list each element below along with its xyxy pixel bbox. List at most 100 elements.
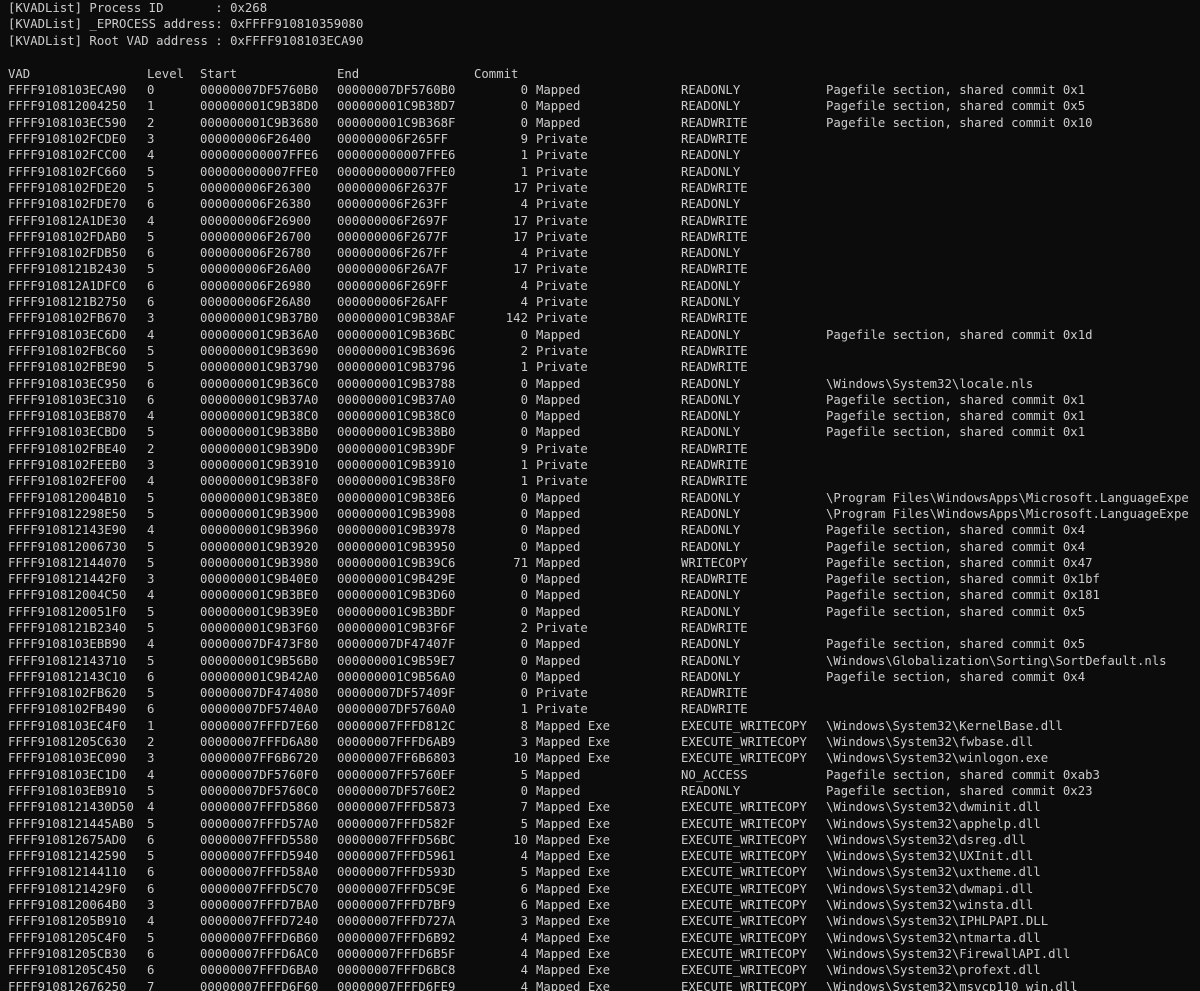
cell-prot: READWRITE	[681, 702, 748, 717]
table-row: FFFF91081205B910 4 00000007FFFD7240 0000000…	[0, 913, 1200, 929]
cell-vad: FFFF910812143C10	[8, 669, 127, 684]
table-row: FFFF91081205C4F0 5 00000007FFFD6B60 0000000…	[0, 930, 1200, 946]
cell-type: Private	[536, 278, 588, 293]
cell-prot: EXECUTE_WRITECOPY	[681, 849, 807, 864]
cell-commit: 10	[513, 751, 528, 766]
cell-prot: READWRITE	[681, 311, 748, 326]
cell-end: 000000001C9B38B0	[337, 425, 456, 440]
cell-vad: FFFF9108121442F0	[8, 572, 127, 587]
table-row: FFFF91081205CB30 6 00000007FFFD6AC0 0000000…	[0, 946, 1200, 962]
cell-prot: READONLY	[681, 246, 741, 261]
cell-desc: \Program Files\WindowsApps\Microsoft.Lan…	[826, 506, 1189, 521]
cell-vad: FFFF9108103EB910	[8, 783, 127, 798]
cell-vad: FFFF9108102FDB50	[8, 246, 127, 261]
cell-start: 00000007DF5740A0	[200, 702, 319, 717]
cell-commit: 1	[520, 164, 528, 179]
cell-level: 4	[147, 409, 155, 424]
cell-prot: READONLY	[681, 604, 741, 619]
cell-commit: 71	[513, 555, 528, 570]
cell-level: 6	[147, 376, 155, 391]
col-header-end: End	[337, 66, 360, 81]
cell-vad: FFFF91081205B910	[8, 914, 127, 929]
cell-commit: 10	[513, 832, 528, 847]
cell-prot: READWRITE	[681, 686, 748, 701]
cell-end: 000000001C9B3696	[337, 343, 456, 358]
cell-desc: Pagefile section, shared commit 0x23	[826, 783, 1093, 798]
cell-prot: READWRITE	[681, 620, 748, 635]
table-row: FFFF910812006730 5 000000001C9B3920 0000000…	[0, 539, 1200, 555]
cell-vad: FFFF9108102FEF00	[8, 474, 127, 489]
cell-desc: \Windows\System32\IPHLPAPI.DLL	[826, 914, 1049, 929]
cell-vad: FFFF9108121430D50	[8, 800, 134, 815]
cell-end: 00000007FFFD727A	[337, 914, 456, 929]
cell-level: 5	[147, 653, 155, 668]
cell-type: Mapped	[536, 604, 581, 619]
cell-level: 5	[147, 604, 155, 619]
cell-level: 5	[147, 849, 155, 864]
cell-end: 00000007DF5760E2	[337, 783, 456, 798]
cell-end: 000000001C9B429E	[337, 572, 456, 587]
cell-desc: Pagefile section, shared commit 0xab3	[826, 767, 1100, 782]
cell-commit: 0	[520, 490, 528, 505]
cell-level: 5	[147, 229, 155, 244]
cell-desc: Pagefile section, shared commit 0x4	[826, 523, 1086, 538]
table-row: FFFF9108121430D50 4 00000007FFFD5860 000000…	[0, 799, 1200, 815]
cell-vad: FFFF9108102FB670	[8, 311, 127, 326]
cell-commit: 0	[520, 506, 528, 521]
cell-desc: \Windows\System32\FirewallAPI.dll	[826, 946, 1071, 961]
cell-end: 000000001C9B3796	[337, 360, 456, 375]
cell-desc: Pagefile section, shared commit 0x5	[826, 637, 1086, 652]
cell-vad: FFFF910812004250	[8, 99, 127, 114]
cell-vad: FFFF91081205C4F0	[8, 930, 127, 945]
col-header-commit: Commit	[474, 66, 519, 81]
cell-vad: FFFF9108102FB620	[8, 686, 127, 701]
cell-commit: 4	[520, 295, 528, 310]
cell-prot: READWRITE	[681, 343, 748, 358]
process-id-line: [KVADList] Process ID : 0x268	[8, 1, 268, 15]
cell-vad: FFFF9108103EC1D0	[8, 767, 127, 782]
cell-type: Mapped	[536, 783, 581, 798]
cell-desc: Pagefile section, shared commit 0x47	[826, 555, 1093, 570]
cell-type: Private	[536, 148, 588, 163]
table-row: FFFF9108102FDE70 6 000000006F26380 00000000…	[0, 196, 1200, 212]
cell-type: Mapped Exe	[536, 832, 611, 847]
cell-end: 00000007FFFD582F	[337, 816, 456, 831]
cell-prot: READONLY	[681, 669, 741, 684]
cell-commit: 0	[520, 392, 528, 407]
table-row: FFFF910812004250 1 000000001C9B38D0 0000000…	[0, 98, 1200, 114]
table-row: FFFF9108121429F0 6 00000007FFFD5C70 0000000…	[0, 881, 1200, 897]
cell-type: Private	[536, 132, 588, 147]
cell-desc: Pagefile section, shared commit 0x5	[826, 604, 1086, 619]
cell-desc: Pagefile section, shared commit 0x1	[826, 392, 1086, 407]
cell-end: 00000007FFFD812C	[337, 718, 456, 733]
cell-prot: READWRITE	[681, 213, 748, 228]
cell-commit: 9	[520, 441, 528, 456]
cell-commit: 0	[520, 604, 528, 619]
cell-desc: \Windows\System32\profext.dll	[826, 963, 1041, 978]
cell-start: 000000006F26400	[200, 132, 312, 147]
cell-type: Private	[536, 197, 588, 212]
console-window[interactable]: [KVADList] Process ID : 0x268 [KVADList]…	[0, 0, 1200, 991]
cell-desc: \Windows\System32\uxtheme.dll	[826, 865, 1041, 880]
cell-type: Mapped Exe	[536, 881, 611, 896]
cell-type: Mapped Exe	[536, 946, 611, 961]
cell-end: 000000000007FFE6	[337, 148, 456, 163]
cell-end: 000000001C9B3788	[337, 376, 456, 391]
cell-end: 000000001C9B39DF	[337, 441, 456, 456]
cell-end: 000000001C9B3BDF	[337, 604, 456, 619]
cell-level: 4	[147, 767, 155, 782]
cell-type: Private	[536, 360, 588, 375]
table-row: FFFF9108120064B0 3 00000007FFFD7BA0 0000000…	[0, 897, 1200, 913]
cell-level: 4	[147, 327, 155, 342]
cell-prot: READONLY	[681, 490, 741, 505]
cell-prot: READWRITE	[681, 262, 748, 277]
cell-vad: FFFF9108102FBC60	[8, 343, 127, 358]
cell-start: 000000001C9B37A0	[200, 392, 319, 407]
cell-type: Private	[536, 620, 588, 635]
table-row: FFFF910812A1DFC0 6 000000006F26980 00000000…	[0, 278, 1200, 294]
cell-vad: FFFF910812676250	[8, 979, 127, 991]
cell-level: 5	[147, 262, 155, 277]
cell-start: 000000001C9B38E0	[200, 490, 319, 505]
cell-level: 6	[147, 669, 155, 684]
cell-commit: 17	[513, 213, 528, 228]
